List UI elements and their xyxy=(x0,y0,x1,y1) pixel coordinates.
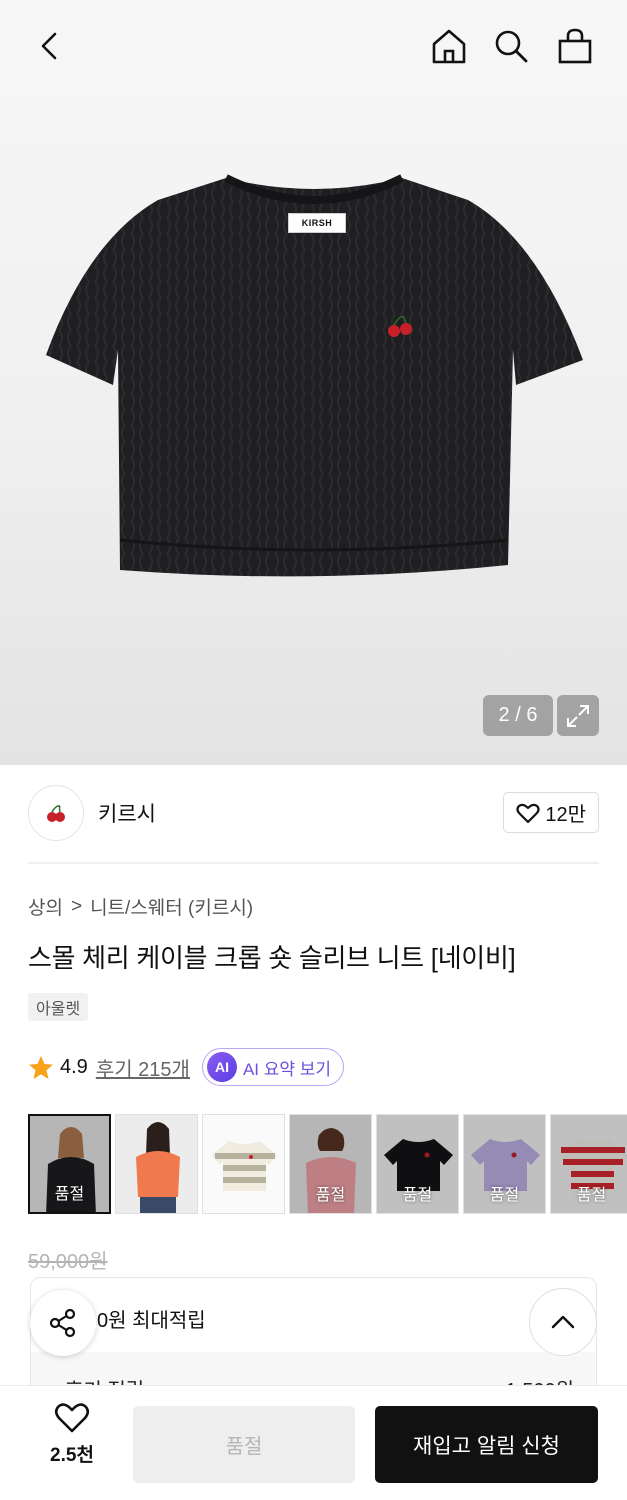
wishlist-count: 2.5천 xyxy=(50,1445,94,1466)
brand-row: 키르시 12만 xyxy=(28,784,599,842)
breadcrumb-separator: > xyxy=(70,895,83,917)
option-thumb-red-stripe[interactable]: 품절 xyxy=(550,1114,627,1214)
breadcrumb-subcategory[interactable]: 니트/스웨터 (키르시) xyxy=(90,893,253,920)
wishlist-button[interactable]: 2.5천 xyxy=(22,1402,122,1482)
original-price: 59,000원 xyxy=(28,1251,108,1273)
option-thumb-orange-model[interactable] xyxy=(115,1114,198,1214)
home-icon[interactable] xyxy=(425,22,473,70)
heart-icon xyxy=(516,803,540,823)
brand-name[interactable]: 키르시 xyxy=(98,798,156,828)
points-summary: 0원 최대적립 xyxy=(97,1310,206,1332)
breadcrumb-category[interactable]: 상의 xyxy=(28,893,63,920)
cart-icon[interactable] xyxy=(551,22,599,70)
chevron-up-icon xyxy=(551,1315,575,1329)
divider xyxy=(28,862,599,864)
soldout-button: 품절 xyxy=(133,1406,355,1483)
product-gallery[interactable]: KIRSH 2 / 6 xyxy=(0,0,627,765)
breadcrumb: 상의 > 니트/스웨터 (키르시) xyxy=(28,893,253,920)
option-thumb-gray-stripe[interactable] xyxy=(202,1114,285,1214)
ai-icon: AI xyxy=(206,1052,237,1082)
rating-row: 4.9 후기 215개 AI AI 요약 보기 xyxy=(28,1048,345,1086)
option-thumb-black[interactable]: 품절 xyxy=(376,1114,459,1214)
reviews-link[interactable]: 후기 215개 xyxy=(96,1053,190,1082)
ai-summary-label: AI 요약 보기 xyxy=(242,1059,332,1079)
search-icon[interactable] xyxy=(487,22,535,70)
soldout-label: 품절 xyxy=(489,1187,520,1204)
brand-label-tag: KIRSH xyxy=(288,213,346,233)
top-nav xyxy=(0,0,627,92)
soldout-label: 품절 xyxy=(402,1187,433,1204)
share-icon xyxy=(49,1308,76,1338)
share-button[interactable] xyxy=(30,1290,96,1356)
back-icon[interactable] xyxy=(26,22,74,70)
heart-icon xyxy=(54,1403,90,1433)
soldout-label: 품절 xyxy=(576,1187,607,1204)
brand-logo[interactable] xyxy=(28,785,84,841)
collapse-button[interactable] xyxy=(529,1288,597,1356)
outlet-badge: 아울렛 xyxy=(28,993,89,1021)
star-icon xyxy=(29,1055,53,1079)
option-thumb-navy-model[interactable]: 품절 xyxy=(28,1114,111,1214)
soldout-label: 품절 xyxy=(315,1187,346,1204)
option-thumb-pink-model[interactable]: 품절 xyxy=(289,1114,372,1214)
bottom-action-bar: 2.5천 품절 재입고 알림 신청 xyxy=(0,1385,627,1500)
brand-like-count: 12만 xyxy=(545,804,586,826)
rating-value: 4.9 xyxy=(60,1055,88,1078)
product-image: KIRSH xyxy=(38,170,590,590)
option-thumb-lavender[interactable]: 품절 xyxy=(463,1114,546,1214)
ai-summary-button[interactable]: AI AI 요약 보기 xyxy=(201,1048,345,1086)
brand-like-button[interactable]: 12만 xyxy=(503,792,599,833)
image-counter: 2 / 6 xyxy=(483,695,553,736)
soldout-label: 품절 xyxy=(54,1186,85,1203)
expand-icon[interactable] xyxy=(557,695,599,736)
color-options: 품절 품절 품절 품절 품절 xyxy=(28,1114,627,1216)
product-title: 스몰 체리 케이블 크롭 숏 슬리브 니트 [네이비] xyxy=(28,943,516,973)
restock-alert-button[interactable]: 재입고 알림 신청 xyxy=(375,1406,598,1483)
